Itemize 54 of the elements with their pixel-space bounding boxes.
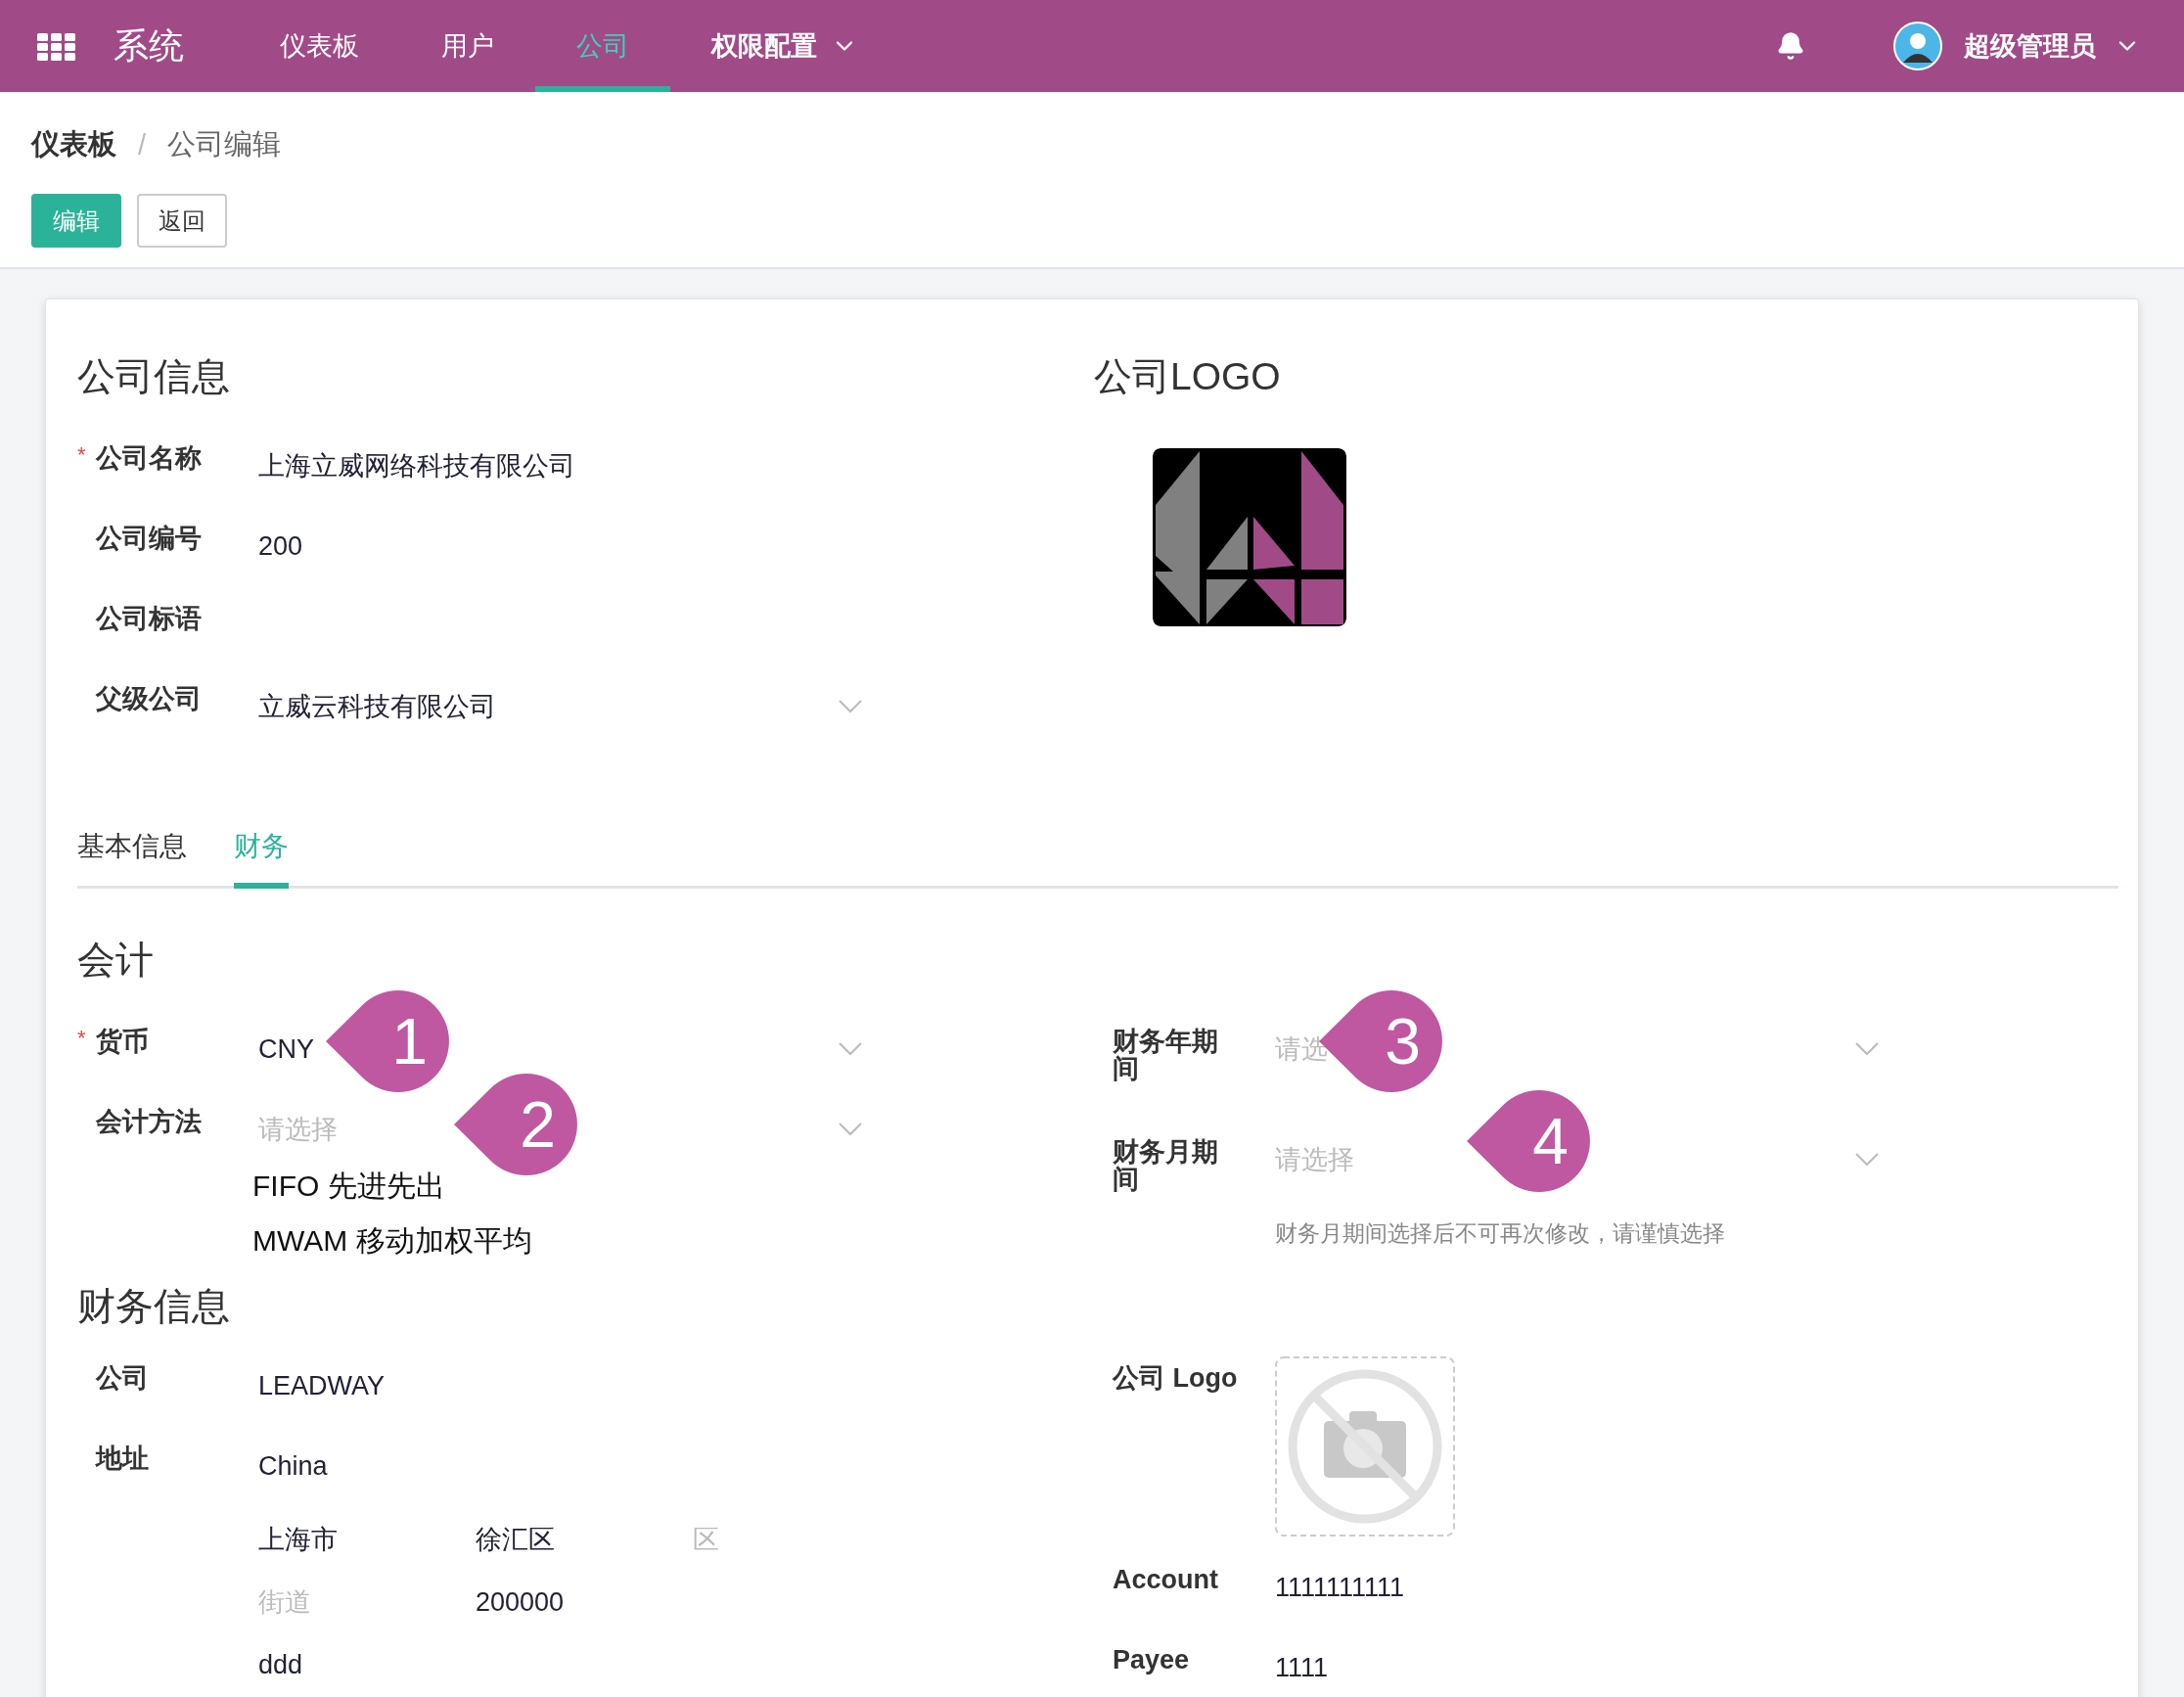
nav-item[interactable]: 权限配置 — [670, 0, 899, 92]
brand-title: 系统 — [114, 23, 184, 68]
field-label: 财务年期间 — [1113, 1026, 1219, 1083]
select-value[interactable]: CNY — [258, 1020, 314, 1078]
chevron-icon[interactable] — [839, 700, 862, 713]
section-title: 公司LOGO — [1094, 354, 1282, 399]
no-image-placeholder[interactable] — [1275, 1356, 1455, 1536]
callout-marker: 4 — [1467, 1090, 1590, 1192]
breadcrumb-item[interactable]: 仪表板 — [31, 125, 116, 164]
required-mark: * — [77, 1025, 87, 1051]
field-label: 公司编号 — [96, 523, 203, 553]
callout-marker: 2 — [454, 1074, 577, 1175]
field-value: 徐汇区 — [476, 1524, 556, 1556]
field-value: ddd — [258, 1649, 304, 1681]
field-label: 公司 — [96, 1362, 150, 1393]
field-label: Payee — [1113, 1644, 1191, 1674]
field-value: 上海市 — [258, 1524, 339, 1556]
field-label: Account — [1113, 1564, 1219, 1594]
breadcrumb-item[interactable]: 公司编辑 — [167, 125, 282, 164]
field-value: 200 — [258, 530, 304, 563]
field-value: LEADWAY — [258, 1370, 387, 1402]
back-button[interactable]: 返回 — [137, 194, 227, 248]
field-label: 父级公司 — [96, 683, 203, 713]
nav-item[interactable]: 仪表板 — [239, 0, 400, 92]
field-value: China — [258, 1451, 328, 1481]
callout-marker: 1 — [326, 990, 449, 1092]
select-value[interactable]: 立威云科技有限公司 — [258, 677, 496, 736]
field-label: 地址 — [96, 1443, 150, 1473]
section-title: 公司信息 — [77, 354, 231, 399]
hint-text: 财务月期间选择后不可再次修改，请谨慎选择 — [1275, 1218, 1726, 1248]
chevron-icon[interactable] — [839, 1123, 862, 1136]
user-menu[interactable]: 超级管理员 — [1964, 28, 2141, 64]
dropdown-option[interactable]: MWAM 移动加权平均 — [252, 1214, 862, 1268]
notification-bell-icon[interactable] — [1776, 31, 1805, 61]
field-label: 会计方法 — [96, 1106, 203, 1136]
field-value: 1111111111 — [1275, 1572, 1406, 1604]
field-value: 上海立威网络科技有限公司 — [258, 450, 576, 482]
user-avatar-icon[interactable] — [1893, 22, 1942, 70]
chevron-icon[interactable] — [839, 1042, 862, 1056]
field-label: 货币 — [96, 1026, 150, 1056]
field-value: 1111 — [1275, 1652, 1330, 1684]
field-label: 公司 Logo — [1113, 1362, 1239, 1393]
section-title: 会计 — [77, 938, 155, 983]
required-mark: * — [77, 441, 87, 468]
field-label: 公司标语 — [96, 603, 203, 633]
section-title: 财务信息 — [77, 1284, 231, 1329]
chevron-icon[interactable] — [1855, 1152, 1879, 1167]
nav-item[interactable]: 用户 — [400, 0, 535, 92]
field-label: 公司名称 — [96, 442, 203, 473]
field-label: 财务月期间 — [1113, 1135, 1219, 1194]
breadcrumb-separator: / — [138, 128, 147, 161]
tab[interactable]: 基本信息 — [77, 814, 187, 889]
field-value: 200000 — [476, 1586, 566, 1619]
chevron-icon[interactable] — [1855, 1042, 1879, 1056]
